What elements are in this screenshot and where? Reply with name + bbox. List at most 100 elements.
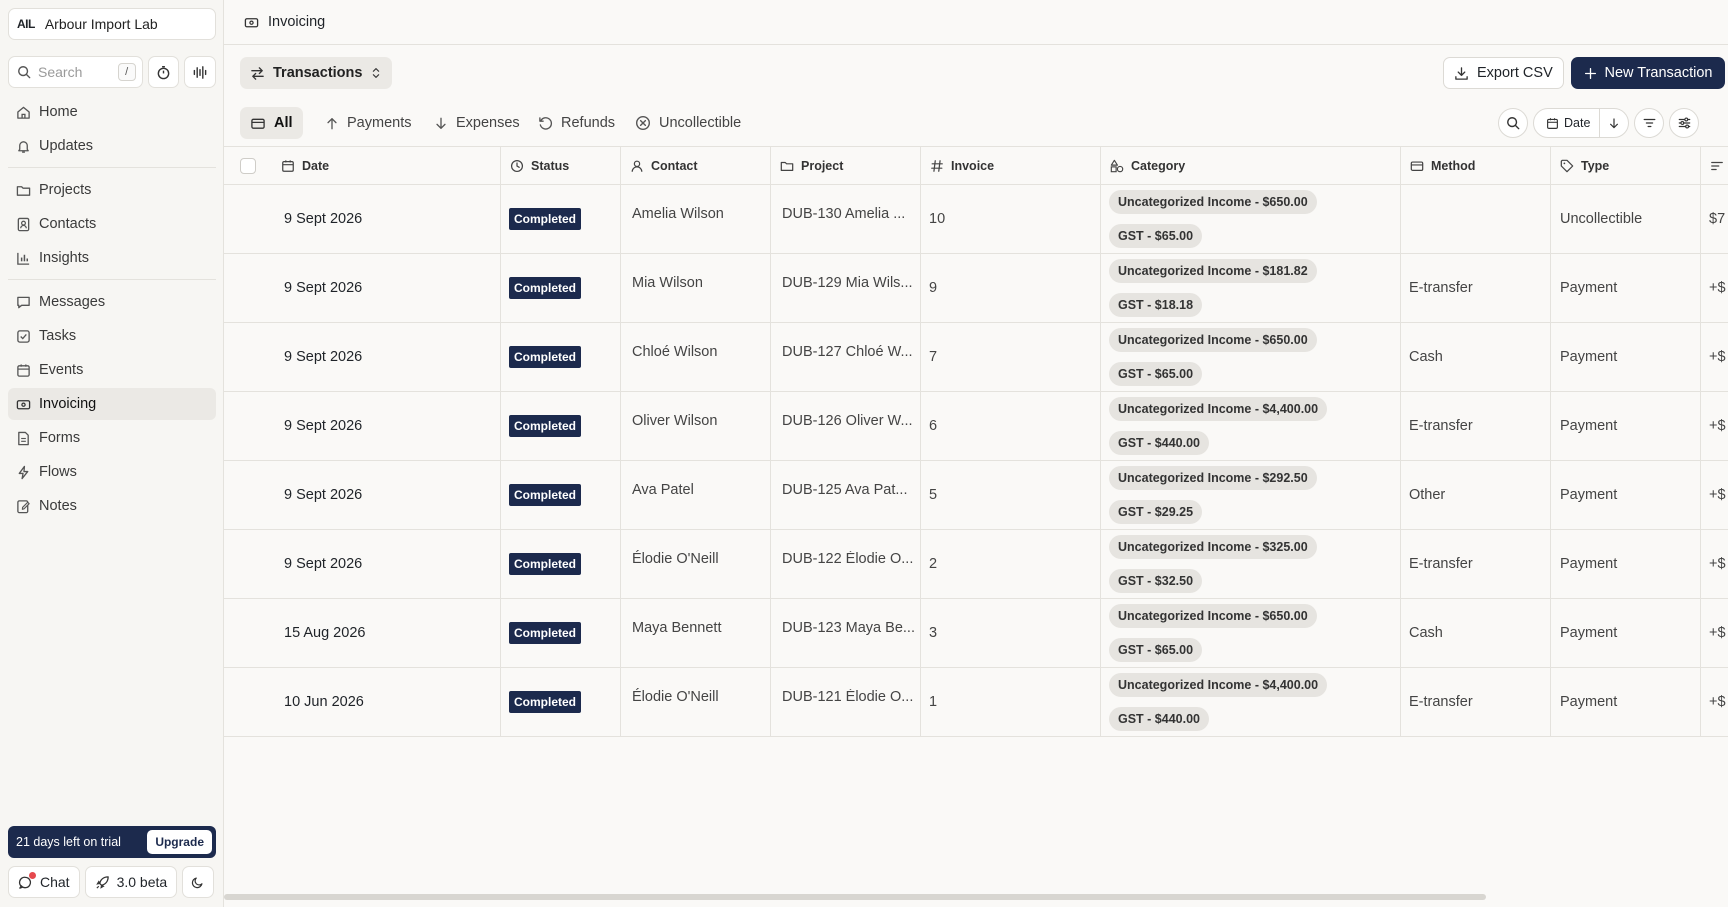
table-row[interactable]: 9 Sept 2026 Completed Oliver Wilson DUB-…: [224, 392, 1728, 461]
contact-name[interactable]: Élodie O'Neill: [632, 551, 719, 567]
category-pill: Uncategorized Income - $650.00: [1109, 190, 1317, 214]
project-link[interactable]: DUB-129 Mia Wils...: [782, 275, 913, 291]
table-row[interactable]: 15 Aug 2026 Completed Maya Bennett DUB-1…: [224, 599, 1728, 668]
table-row[interactable]: 9 Sept 2026 Completed Chloé Wilson DUB-1…: [224, 323, 1728, 392]
table-search-button[interactable]: [1498, 108, 1528, 138]
column-label: Contact: [651, 158, 698, 173]
category-pill: GST - $32.50: [1109, 569, 1203, 593]
type-cell: Payment: [1550, 254, 1700, 322]
column-header-amount[interactable]: [1700, 147, 1728, 184]
table-row[interactable]: 9 Sept 2026 Completed Élodie O'Neill DUB…: [224, 530, 1728, 599]
note-icon: [17, 499, 30, 513]
contact-name[interactable]: Mia Wilson: [632, 275, 703, 291]
sidebar-item-invoicing[interactable]: Invoicing: [8, 388, 216, 420]
category-pill: GST - $65.00: [1109, 362, 1203, 386]
method-cell: E-transfer: [1400, 392, 1550, 460]
project-link[interactable]: DUB-125 Ava Pat...: [782, 482, 907, 498]
contact-name[interactable]: Chloé Wilson: [632, 344, 717, 360]
project-link[interactable]: DUB-127 Chloé W...: [782, 344, 913, 360]
date-text: 9 Sept 2026: [284, 211, 363, 227]
status-cell: Completed: [500, 392, 620, 460]
status-badge: Completed: [509, 691, 582, 713]
sidebar-item-home[interactable]: Home: [8, 96, 216, 128]
workspace-abbr: AIL: [17, 17, 35, 31]
tab-uncollectible[interactable]: Uncollectible: [625, 107, 751, 139]
category-pill: GST - $65.00: [1109, 638, 1203, 662]
tab-refunds[interactable]: Refunds: [528, 107, 625, 139]
sidebar-item-flows[interactable]: Flows: [8, 456, 216, 488]
contact-name[interactable]: Ava Patel: [632, 482, 694, 498]
sidebar-item-updates[interactable]: Updates: [8, 130, 216, 162]
theme-toggle-button[interactable]: [182, 866, 215, 898]
sidebar-item-notes[interactable]: Notes: [8, 490, 216, 522]
sidebar-item-tasks[interactable]: Tasks: [8, 320, 216, 352]
tab-all[interactable]: All: [240, 107, 303, 139]
tab-expenses[interactable]: Expenses: [424, 107, 530, 139]
table-row[interactable]: 10 Jun 2026 Completed Élodie O'Neill DUB…: [224, 668, 1728, 737]
column-header-method[interactable]: Method: [1400, 147, 1550, 184]
new-transaction-button[interactable]: New Transaction: [1571, 57, 1725, 89]
sidebar-item-contacts[interactable]: Contacts: [8, 208, 216, 240]
project-cell: DUB-125 Ava Pat...: [770, 461, 920, 529]
column-header-type[interactable]: Type: [1550, 147, 1700, 184]
project-link[interactable]: DUB-123 Maya Be...: [782, 620, 915, 636]
sidebar-item-label: Invoicing: [39, 396, 97, 412]
sidebar-item-events[interactable]: Events: [8, 354, 216, 386]
project-link[interactable]: DUB-122 Élodie O...: [782, 551, 913, 567]
column-header-category[interactable]: Category: [1100, 147, 1400, 184]
upgrade-button[interactable]: Upgrade: [147, 830, 212, 854]
timer-button[interactable]: [147, 56, 180, 88]
voice-button[interactable]: [184, 56, 217, 88]
sliders-icon: [1678, 117, 1691, 129]
select-all-checkbox[interactable]: [240, 157, 256, 174]
status-cell: Completed: [500, 668, 620, 736]
category-cell: Uncategorized Income - $650.00 GST - $65…: [1100, 323, 1400, 391]
view-select-label: Transactions: [273, 65, 363, 81]
category-cell: Uncategorized Income - $4,400.00 GST - $…: [1100, 668, 1400, 736]
method-cell: Cash: [1400, 323, 1550, 391]
contact-name[interactable]: Amelia Wilson: [632, 206, 724, 222]
sidebar-item-messages[interactable]: Messages: [8, 286, 216, 318]
table-row[interactable]: 9 Sept 2026 Completed Ava Patel DUB-125 …: [224, 461, 1728, 530]
contact-name[interactable]: Maya Bennett: [632, 620, 721, 636]
project-link[interactable]: DUB-126 Oliver W...: [782, 413, 913, 429]
column-header-invoice[interactable]: Invoice: [920, 147, 1100, 184]
chat-button[interactable]: Chat: [8, 866, 80, 898]
column-header-status[interactable]: Status: [500, 147, 620, 184]
column-label: Status: [531, 158, 570, 173]
column-header-date[interactable]: Date: [272, 147, 500, 184]
type-text: Payment: [1560, 349, 1618, 365]
arrow-up-icon: [327, 117, 337, 129]
project-link[interactable]: DUB-121 Élodie O...: [782, 689, 913, 705]
person-icon: [631, 160, 643, 172]
horizontal-scrollbar[interactable]: [224, 894, 1486, 900]
contact-name[interactable]: Élodie O'Neill: [632, 689, 719, 705]
column-header-contact[interactable]: Contact: [620, 147, 770, 184]
project-link[interactable]: DUB-130 Amelia ...: [782, 206, 905, 222]
type-text: Payment: [1560, 418, 1618, 434]
sidebar-item-forms[interactable]: Forms: [8, 422, 216, 454]
search-input[interactable]: Search /: [8, 56, 143, 88]
sort-field-button[interactable]: Date: [1534, 109, 1601, 137]
export-csv-button[interactable]: Export CSV: [1443, 57, 1564, 89]
filter-button[interactable]: [1634, 108, 1665, 138]
table-row[interactable]: 9 Sept 2026 Completed Mia Wilson DUB-129…: [224, 254, 1728, 323]
download-icon: [1455, 66, 1468, 80]
table-row[interactable]: 9 Sept 2026 Completed Amelia Wilson DUB-…: [224, 185, 1728, 254]
column-header-project[interactable]: Project: [770, 147, 920, 184]
row-select-cell: [224, 254, 272, 322]
workspace-switcher[interactable]: AIL Arbour Import Lab: [8, 8, 216, 40]
row-select-cell: [224, 323, 272, 391]
sidebar-item-projects[interactable]: Projects: [8, 174, 216, 206]
contact-name[interactable]: Oliver Wilson: [632, 413, 717, 429]
column-settings-button[interactable]: [1669, 108, 1700, 138]
sidebar-item-insights[interactable]: Insights: [8, 242, 216, 274]
invoice-cell: 6: [920, 392, 1100, 460]
view-select[interactable]: Transactions: [240, 57, 393, 89]
tab-payments[interactable]: Payments: [315, 107, 421, 139]
sidebar-item-label: Home: [39, 104, 78, 120]
beta-button[interactable]: 3.0 beta: [84, 866, 178, 898]
category-pill: Uncategorized Income - $650.00: [1109, 604, 1317, 628]
nav-divider: [8, 167, 216, 168]
sort-direction-button[interactable]: [1600, 109, 1628, 137]
